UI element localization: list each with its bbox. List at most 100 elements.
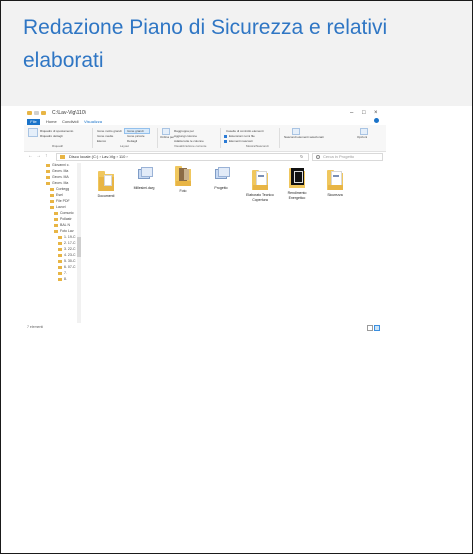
tree-item-label: 6. 07-C: [64, 265, 76, 269]
quick-access-icon[interactable]: [34, 111, 39, 115]
navigation-scrollbar[interactable]: [77, 163, 81, 323]
folder-icon: [46, 164, 50, 167]
folder-icon: [27, 111, 32, 115]
minimize-button[interactable]: –: [350, 109, 353, 118]
help-icon[interactable]: [374, 118, 379, 123]
image-file-icon: [213, 167, 230, 179]
up-button[interactable]: ↑: [45, 152, 48, 161]
details-view-icon[interactable]: [367, 325, 373, 331]
search-input[interactable]: Cerca in Progetto: [312, 153, 383, 161]
divider: [220, 128, 221, 148]
ribbon-tabs: File Home Condividi Visualizza: [24, 118, 386, 125]
status-bar: 7 elementi: [24, 323, 386, 331]
back-button[interactable]: ←: [28, 152, 33, 161]
folder-icon: [58, 266, 62, 269]
ribbon-item[interactable]: Opzioni: [357, 135, 367, 139]
file-item[interactable]: Documenti: [88, 171, 124, 215]
folder-icon: [54, 230, 58, 233]
ribbon-item[interactable]: Ordina per: [160, 135, 174, 139]
sort-icon[interactable]: [162, 128, 170, 135]
ribbon-item[interactable]: Aggiungi colonne: [174, 134, 197, 138]
ribbon-item[interactable]: Riquadro di spostamento: [40, 129, 73, 133]
large-icons-view-icon[interactable]: [374, 325, 380, 331]
folder-icon: [58, 260, 62, 263]
tree-item-label: Geom. MA: [52, 175, 69, 179]
folder-icon: [46, 182, 50, 185]
scrollbar-thumb[interactable]: [77, 237, 81, 257]
tree-item-label: 4. 23-C: [64, 253, 76, 257]
file-item[interactable]: Progetto: [203, 163, 239, 207]
folder-icon: [54, 212, 58, 215]
status-text: 7 elementi: [27, 325, 44, 329]
ribbon-item[interactable]: Estensioni nomi file: [229, 134, 255, 138]
maximize-button[interactable]: □: [362, 109, 366, 118]
folder-icon[interactable]: [41, 111, 46, 115]
file-item[interactable]: Foto: [165, 166, 201, 210]
folder-icon: [58, 272, 62, 275]
content-card: Redazione Piano di Sicurezza e relativi …: [0, 0, 473, 554]
tree-item-label: 5. 30-C: [64, 259, 76, 263]
divider: [157, 128, 158, 148]
tree-item-label: Foto Lav: [60, 229, 74, 233]
folder-icon: [50, 206, 54, 209]
folder-icon: [50, 188, 54, 191]
divider: [92, 128, 93, 148]
ribbon-item[interactable]: Raggruppa per: [174, 129, 194, 133]
ribbon: Riquadro di spostamento Riquadro dettagl…: [24, 125, 386, 152]
folder-icon: [54, 224, 58, 227]
ribbon-item[interactable]: Nascondi elementi selezionati: [284, 135, 324, 139]
file-name: Elaborato Tecnico Copertura: [246, 193, 274, 202]
tree-item-label: Comunic: [60, 211, 74, 215]
tree-item-label: 2. 17-C: [64, 241, 76, 245]
ribbon-item[interactable]: Icone piccole: [127, 134, 145, 138]
folder-icon: [58, 254, 62, 257]
window-title: C:\Lav-Vig\110\: [52, 110, 87, 116]
checkbox-icon[interactable]: [224, 140, 227, 143]
tree-item-label: BAL N: [60, 223, 70, 227]
ribbon-item[interactable]: Elenco: [97, 139, 106, 143]
address-bar[interactable]: Disco locale (C:) › Lav-Vig › 110 › ↻: [56, 153, 309, 161]
explorer-window: C:\Lav-Vig\110\ – □ × File Home Condivid…: [24, 109, 386, 335]
card-title: Redazione Piano di Sicurezza e relativi …: [23, 16, 388, 72]
tree-item-label: Contegg: [56, 187, 70, 191]
search-icon: [316, 155, 320, 159]
hide-selected-icon[interactable]: [292, 128, 300, 135]
tree-item-label: Lavori: [56, 205, 66, 209]
card-header: Redazione Piano di Sicurezza e relativi …: [1, 1, 472, 106]
options-icon[interactable]: [360, 128, 368, 135]
folder-icon: [58, 236, 62, 239]
file-item[interactable]: Sicurezza: [317, 170, 353, 214]
address-path: Disco locale (C:) › Lav-Vig › 110 ›: [69, 154, 128, 159]
ribbon-item[interactable]: Dettagli: [127, 139, 137, 143]
ribbon-item[interactable]: Icone grandi: [127, 129, 144, 133]
ribbon-group-label: Mostra/Nascondi: [246, 144, 269, 148]
title-bar: C:\Lav-Vig\110\ – □ ×: [24, 109, 386, 118]
folder-icon: [60, 155, 65, 159]
file-name: Progetto: [214, 186, 228, 190]
file-name: Rendimento Energetico: [287, 191, 307, 200]
ribbon-item[interactable]: Icone medie: [97, 134, 113, 138]
tree-item-label: 8.: [64, 277, 67, 281]
ribbon-item[interactable]: Adatta tutte le colonne: [174, 139, 204, 143]
file-item[interactable]: Elaborato Tecnico Copertura: [242, 170, 278, 214]
ribbon-item[interactable]: Icone molto grandi: [97, 129, 122, 133]
folder-icon: [252, 170, 268, 190]
folder-icon: [58, 248, 62, 251]
refresh-button[interactable]: ↻: [300, 154, 303, 160]
navigation-pane-icon[interactable]: [28, 128, 38, 137]
folder-icon: [289, 168, 305, 188]
forward-button[interactable]: →: [36, 152, 41, 161]
tree-item-label: Giovanni c.: [52, 163, 70, 167]
tree-item-label: Geom. Ma: [52, 169, 69, 173]
close-button[interactable]: ×: [374, 109, 378, 118]
divider: [279, 128, 280, 148]
ribbon-item[interactable]: Riquadro dettagli: [40, 134, 63, 138]
ribbon-item[interactable]: Caselle di controllo elementi: [226, 129, 264, 133]
ribbon-item[interactable]: Elementi nascosti: [229, 139, 253, 143]
file-item[interactable]: Millesimi.dwg: [126, 163, 162, 207]
file-item[interactable]: Rendimento Energetico: [279, 168, 315, 212]
folder-icon: [327, 170, 343, 190]
tree-item-label: 1. 19-C: [64, 235, 76, 239]
folder-icon: [50, 200, 54, 203]
checkbox-icon[interactable]: [224, 135, 227, 138]
